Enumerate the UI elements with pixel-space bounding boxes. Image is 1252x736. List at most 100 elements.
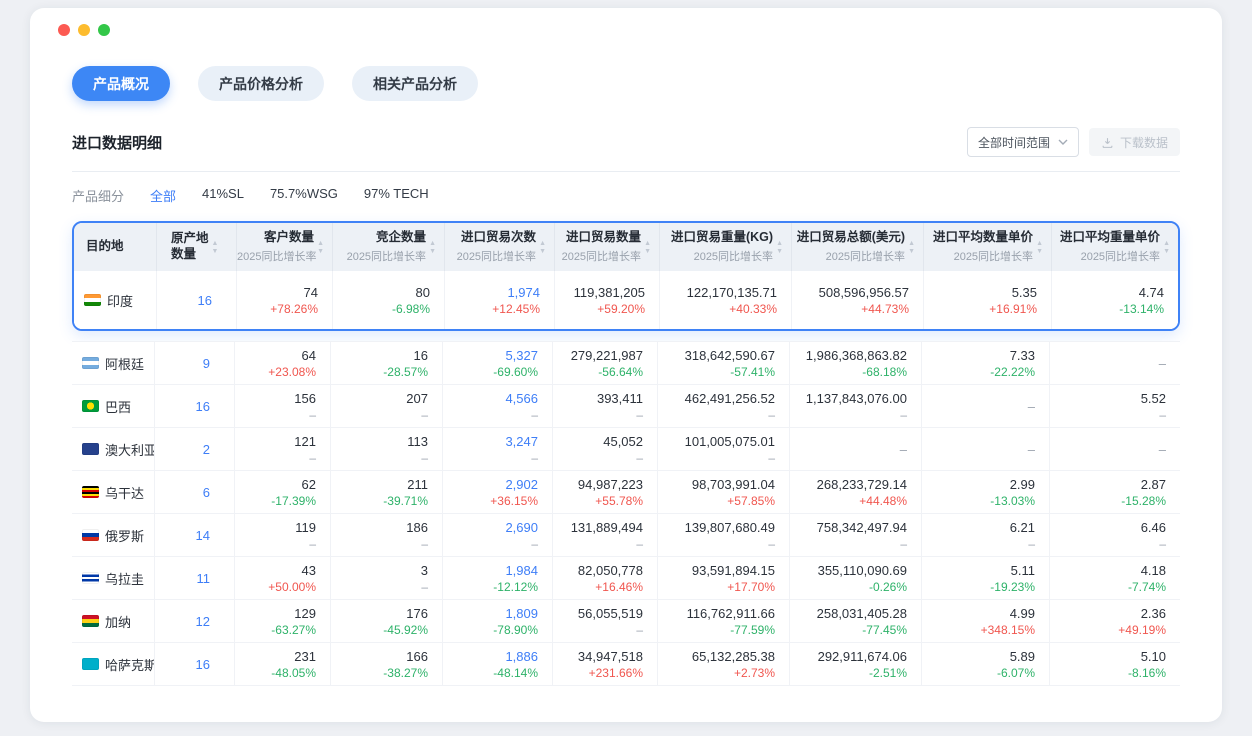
growth-value: +17.70% <box>727 580 775 594</box>
chevron-down-icon <box>1058 139 1068 145</box>
trade-count-link[interactable]: 1,886 <box>505 649 538 664</box>
zoom-button[interactable] <box>98 24 110 36</box>
country-name: 哈萨克斯坦 <box>105 655 155 674</box>
cell-value: 355,110,090.69 <box>818 563 907 578</box>
window-controls <box>30 8 1222 36</box>
cell-customers: 231-48.05% <box>235 643 331 685</box>
column-header-avg-qty-price[interactable]: 进口平均数量单价2025同比增长率▲▼ <box>924 223 1052 271</box>
column-header-competitors[interactable]: 竞企数量2025同比增长率▲▼ <box>333 223 445 271</box>
table-row-uruguay[interactable]: 乌拉圭1143+50.00%3–1,984-12.12%82,050,778+1… <box>72 557 1180 600</box>
sort-icon[interactable]: ▲▼ <box>1036 240 1043 255</box>
sort-icon[interactable]: ▲▼ <box>539 240 546 255</box>
cell-value: 1,986,368,863.82 <box>806 348 907 363</box>
column-header-trade-count[interactable]: 进口贸易次数2025同比增长率▲▼ <box>445 223 555 271</box>
sort-icon[interactable]: ▲▼ <box>1163 240 1170 255</box>
download-button[interactable]: 下载数据 <box>1089 128 1180 156</box>
column-header-customers[interactable]: 客户数量2025同比增长率▲▼ <box>237 223 333 271</box>
cell-trade-quantity: 279,221,987-56.64% <box>553 342 658 384</box>
filter-option-all[interactable]: 全部 <box>150 186 176 205</box>
origin-count-cell: 16 <box>155 643 235 685</box>
trade-count-link[interactable]: 1,974 <box>507 285 540 300</box>
table-row-ghana[interactable]: 加纳12129-63.27%176-45.92%1,809-78.90%56,0… <box>72 600 1180 643</box>
filter-option-sl-41[interactable]: 41%SL <box>202 186 244 205</box>
cell-trade-quantity: 131,889,494– <box>553 514 658 556</box>
origin-count-link[interactable]: 14 <box>196 528 210 543</box>
cell-trade-quantity: 94,987,223+55.78% <box>553 471 658 513</box>
trade-count-link[interactable]: 3,247 <box>505 434 538 449</box>
minimize-button[interactable] <box>78 24 90 36</box>
origin-count-link[interactable]: 16 <box>196 657 210 672</box>
filter-option-tech-97[interactable]: 97% TECH <box>364 186 429 205</box>
cell-trade-total: 1,137,843,076.00– <box>790 385 922 427</box>
close-button[interactable] <box>58 24 70 36</box>
table-row-india[interactable]: 印度1674+78.26%80-6.98%1,974+12.45%119,381… <box>74 271 1178 329</box>
cell-value: 121 <box>294 434 316 449</box>
table-row-argentina[interactable]: 阿根廷964+23.08%16-28.57%5,327-69.60%279,22… <box>72 342 1180 385</box>
tab-related-products[interactable]: 相关产品分析 <box>352 66 478 101</box>
cell-value: 176 <box>406 606 428 621</box>
growth-value: -8.16% <box>1128 666 1166 680</box>
sort-icon[interactable]: ▲▼ <box>644 240 651 255</box>
destination-cell: 乌拉圭 <box>72 557 155 599</box>
origin-count-link[interactable]: 11 <box>197 571 211 586</box>
cell-trade-count: 2,902+36.15% <box>443 471 553 513</box>
tabs: 产品概况产品价格分析相关产品分析 <box>72 66 1180 101</box>
trade-count-link[interactable]: 4,566 <box>505 391 538 406</box>
cell-value: 186 <box>406 520 428 535</box>
trade-count-link[interactable]: 2,690 <box>505 520 538 535</box>
growth-value: -19.23% <box>990 580 1035 594</box>
table-row-kazakhstan[interactable]: 哈萨克斯坦16231-48.05%166-38.27%1,886-48.14%3… <box>72 643 1180 686</box>
flag-icon <box>82 529 99 541</box>
sort-icon[interactable]: ▲▼ <box>212 240 219 255</box>
table-row-uganda[interactable]: 乌干达662-17.39%211-39.71%2,902+36.15%94,98… <box>72 471 1180 514</box>
growth-value: -63.27% <box>271 623 316 637</box>
cell-customers: 121– <box>235 428 331 470</box>
trade-count-link[interactable]: 1,809 <box>505 606 538 621</box>
origin-count-link[interactable]: 12 <box>196 614 210 629</box>
growth-value: – <box>900 408 907 422</box>
cell-value: – <box>1028 442 1035 457</box>
column-header-avg-wt-price[interactable]: 进口平均重量单价2025同比增长率▲▼ <box>1052 223 1178 271</box>
trade-count-link[interactable]: 1,984 <box>505 563 538 578</box>
download-icon <box>1101 136 1114 149</box>
destination-cell: 俄罗斯 <box>72 514 155 556</box>
cell-avg-wt-price: 2.36+49.19% <box>1050 600 1180 642</box>
sort-icon[interactable]: ▲▼ <box>429 240 436 255</box>
table-row-brazil[interactable]: 巴西16156–207–4,566–393,411–462,491,256.52… <box>72 385 1180 428</box>
country-name: 乌拉圭 <box>105 569 144 588</box>
column-header-trade-weight[interactable]: 进口贸易重量(KG)2025同比增长率▲▼ <box>660 223 792 271</box>
column-header-trade-quantity[interactable]: 进口贸易数量2025同比增长率▲▼ <box>555 223 660 271</box>
cell-customers: 119– <box>235 514 331 556</box>
growth-value: -13.14% <box>1119 302 1164 316</box>
column-header-origin-count[interactable]: 原产地数量▲▼ <box>157 223 237 271</box>
origin-count-link[interactable]: 9 <box>203 356 210 371</box>
time-range-select[interactable]: 全部时间范围 <box>967 127 1079 157</box>
filter-option-wsg-75[interactable]: 75.7%WSG <box>270 186 338 205</box>
column-header-trade-total[interactable]: 进口贸易总额(美元)2025同比增长率▲▼ <box>792 223 924 271</box>
cell-value: 318,642,590.67 <box>685 348 775 363</box>
origin-count-link[interactable]: 16 <box>196 399 210 414</box>
origin-count-link[interactable]: 6 <box>203 485 210 500</box>
origin-count-link[interactable]: 2 <box>203 442 210 457</box>
tab-price-analysis[interactable]: 产品价格分析 <box>198 66 324 101</box>
sort-icon[interactable]: ▲▼ <box>908 240 915 255</box>
filter-label: 产品细分 <box>72 186 124 205</box>
cell-avg-wt-price: – <box>1050 428 1180 470</box>
origin-count-link[interactable]: 16 <box>198 293 212 308</box>
trade-count-link[interactable]: 5,327 <box>505 348 538 363</box>
filter-options: 全部 41%SL 75.7%WSG 97% TECH <box>150 186 429 205</box>
time-range-value: 全部时间范围 <box>978 134 1050 151</box>
destination-cell: 澳大利亚 <box>72 428 155 470</box>
sort-icon[interactable]: ▲▼ <box>776 240 783 255</box>
sort-icon[interactable]: ▲▼ <box>317 240 324 255</box>
trade-count-link[interactable]: 2,902 <box>505 477 538 492</box>
table-row-russia[interactable]: 俄罗斯14119–186–2,690–131,889,494–139,807,6… <box>72 514 1180 557</box>
growth-value: +57.85% <box>727 494 775 508</box>
country-name: 印度 <box>107 291 133 310</box>
filter-row: 产品细分 全部 41%SL 75.7%WSG 97% TECH <box>72 186 1180 205</box>
tab-overview[interactable]: 产品概况 <box>72 66 170 101</box>
destination-cell: 印度 <box>74 271 157 329</box>
cell-trade-quantity: 34,947,518+231.66% <box>553 643 658 685</box>
cell-competitors: 176-45.92% <box>331 600 443 642</box>
table-row-australia[interactable]: 澳大利亚2121–113–3,247–45,052–101,005,075.01… <box>72 428 1180 471</box>
